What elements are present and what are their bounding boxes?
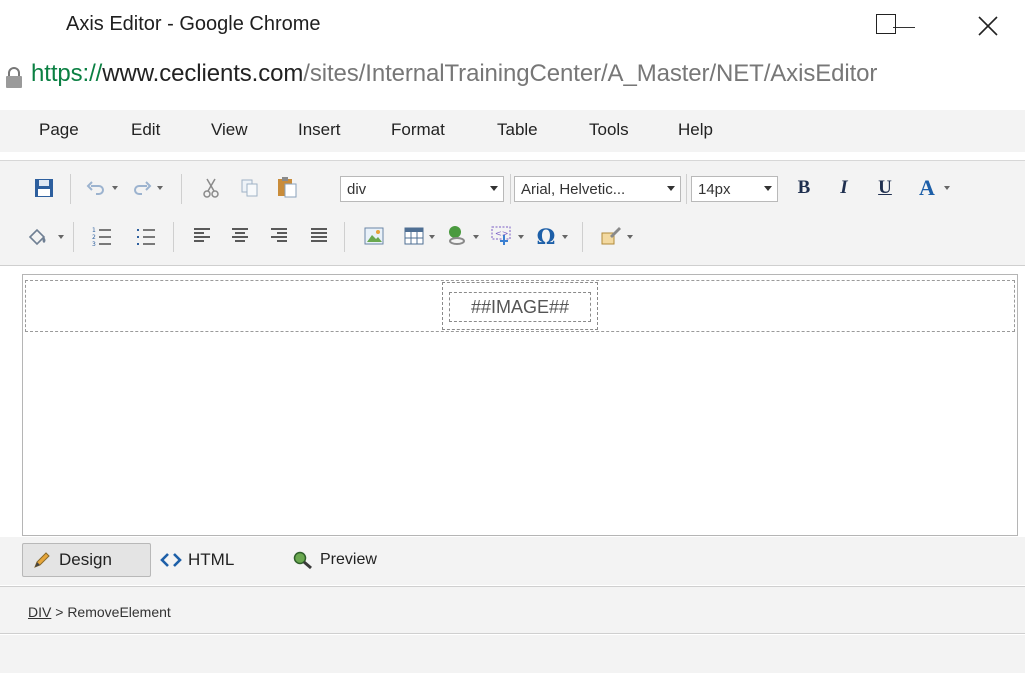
table-dropdown-icon[interactable]: [429, 235, 435, 239]
window-titlebar: Axis Editor - Google Chrome: [0, 0, 1025, 50]
tab-preview-label: Preview: [320, 551, 377, 568]
bulleted-list-icon[interactable]: [136, 225, 156, 247]
menu-edit[interactable]: Edit: [131, 120, 160, 140]
toolbar-separator: [686, 174, 687, 204]
svg-text:<>: <>: [495, 229, 508, 238]
tab-design[interactable]: Design: [22, 543, 151, 577]
mode-tabs-bar: [0, 537, 1025, 585]
close-icon[interactable]: [970, 8, 1004, 42]
magnifier-icon: [293, 551, 312, 570]
insert-image-icon[interactable]: [364, 226, 384, 246]
chevron-down-icon: [667, 186, 675, 191]
align-left-icon[interactable]: [193, 227, 211, 245]
numbered-list-icon[interactable]: 1 2 3: [92, 225, 112, 247]
editor-toolbar: [0, 160, 1025, 266]
format-stripper-dropdown-icon[interactable]: [627, 235, 633, 239]
undo-dropdown-icon[interactable]: [112, 186, 118, 190]
breadcrumb-tag-link[interactable]: DIV: [28, 604, 51, 620]
url-scheme: https://: [31, 60, 103, 87]
svg-text:2: 2: [92, 234, 96, 241]
svg-text:1: 1: [92, 227, 96, 234]
toolbar-separator: [70, 174, 71, 204]
url-text[interactable]: https://www.ceclients.com/sites/Internal…: [31, 60, 877, 88]
image-placeholder[interactable]: ##IMAGE##: [449, 292, 591, 322]
toolbar-separator: [73, 222, 74, 252]
menu-table[interactable]: Table: [497, 120, 538, 140]
breadcrumb: DIV > RemoveElement: [28, 604, 171, 620]
redo-dropdown-icon[interactable]: [157, 186, 163, 190]
toolbar-separator: [582, 222, 583, 252]
url-path: /sites/InternalTrainingCenter/A_Master/N…: [303, 60, 878, 87]
breadcrumb-separator: >: [55, 604, 64, 620]
menu-tools[interactable]: Tools: [589, 120, 629, 140]
link-dropdown-icon[interactable]: [473, 235, 479, 239]
italic-button[interactable]: I: [833, 177, 855, 199]
undo-icon[interactable]: [86, 179, 106, 197]
window-title: Axis Editor - Google Chrome: [66, 13, 321, 35]
menu-help[interactable]: Help: [678, 120, 713, 140]
snippet-dropdown-icon[interactable]: [518, 235, 524, 239]
menu-insert[interactable]: Insert: [298, 120, 341, 140]
toolbar-separator: [344, 222, 345, 252]
toolbar-separator: [173, 222, 174, 252]
font-family-value: Arial, Helvetic...: [521, 180, 626, 198]
pencil-icon: [34, 552, 50, 568]
block-format-value: div: [347, 180, 367, 198]
url-host: www.ceclients.com: [102, 60, 304, 87]
format-stripper-icon[interactable]: [600, 224, 622, 246]
insert-table-icon[interactable]: [404, 227, 424, 245]
special-character-button[interactable]: Ω: [535, 224, 557, 249]
lock-icon: [6, 67, 22, 88]
toolbar-separator: [181, 174, 182, 204]
font-color-button[interactable]: A: [916, 175, 938, 200]
font-size-value: 14px: [698, 180, 731, 198]
block-format-select[interactable]: div: [340, 176, 504, 202]
menu-view[interactable]: View: [211, 120, 248, 140]
font-color-dropdown-icon[interactable]: [944, 186, 950, 190]
chevron-down-icon: [490, 186, 498, 191]
insert-link-icon[interactable]: [446, 224, 468, 246]
font-family-select[interactable]: Arial, Helvetic...: [514, 176, 681, 202]
highlight-dropdown-icon[interactable]: [58, 235, 64, 239]
insert-snippet-icon[interactable]: <>: [490, 225, 514, 247]
highlight-color-icon[interactable]: [27, 227, 49, 247]
cut-icon[interactable]: [201, 177, 221, 199]
menu-format[interactable]: Format: [391, 120, 445, 140]
save-icon[interactable]: [34, 178, 54, 198]
align-justify-icon[interactable]: [310, 227, 328, 245]
bottom-panel: [0, 635, 1025, 673]
tab-html[interactable]: HTML: [160, 543, 260, 577]
paste-icon[interactable]: [276, 176, 298, 198]
underline-button[interactable]: U: [874, 177, 896, 199]
chevron-down-icon: [764, 186, 772, 191]
minimize-icon[interactable]: [893, 27, 915, 28]
tab-html-label: HTML: [188, 550, 235, 569]
bold-button[interactable]: B: [793, 177, 815, 199]
svg-text:3: 3: [92, 241, 96, 247]
breadcrumb-element: RemoveElement: [67, 604, 171, 620]
tab-preview[interactable]: Preview: [292, 543, 412, 577]
maximize-icon[interactable]: [876, 14, 896, 34]
special-char-dropdown-icon[interactable]: [562, 235, 568, 239]
redo-icon[interactable]: [132, 179, 152, 197]
code-icon: [160, 553, 182, 567]
align-center-icon[interactable]: [231, 227, 249, 245]
tab-design-label: Design: [59, 550, 112, 569]
toolbar-separator: [510, 174, 511, 204]
copy-icon[interactable]: [240, 178, 260, 198]
menu-page[interactable]: Page: [39, 120, 79, 140]
font-size-select[interactable]: 14px: [691, 176, 778, 202]
align-right-icon[interactable]: [270, 227, 288, 245]
